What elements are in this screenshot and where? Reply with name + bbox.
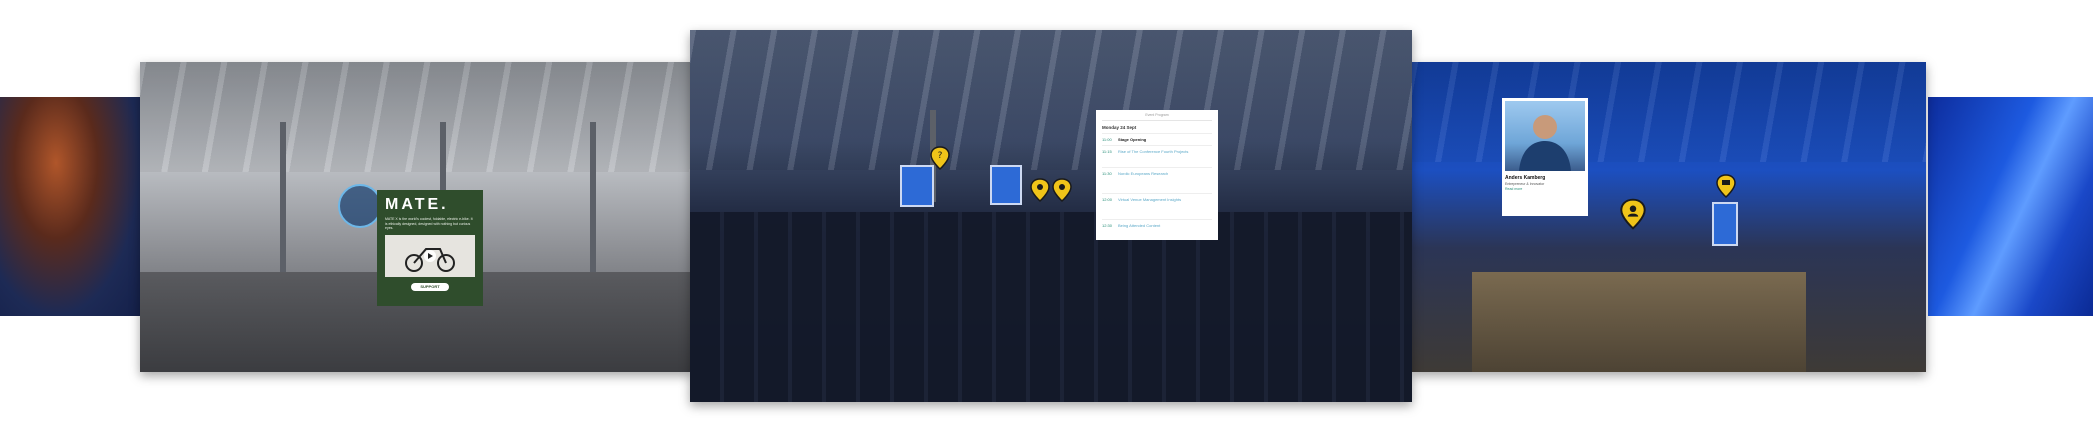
session-time: 11:15 (1102, 149, 1112, 154)
left-edge-panorama (0, 97, 140, 316)
session-time: 12:00 (1102, 197, 1113, 202)
session-time: 12:30 (1102, 223, 1113, 228)
session-title: Virtual Venue Management Insights (1118, 197, 1182, 202)
speaker-photo (1505, 101, 1585, 171)
schedule-row[interactable]: 11:15 Rise of The Conference Fourth Proj… (1102, 145, 1212, 157)
stage-screen (1712, 202, 1738, 246)
speaker-read-more-link[interactable]: Read more (1505, 187, 1585, 191)
map-pin-icon[interactable]: ? (930, 146, 950, 170)
schedule-row[interactable]: 11:00 Stage Opening (1102, 133, 1212, 145)
audience-seats (690, 212, 1412, 402)
svg-text:?: ? (938, 151, 943, 161)
stage-screen (900, 165, 934, 207)
play-icon[interactable] (400, 239, 460, 273)
session-title: Rise of The Conference Fourth Projects (1118, 149, 1189, 154)
stage-screen (990, 165, 1022, 205)
speaker-role: Entrepreneur & Innovator (1505, 182, 1545, 186)
mate-title: MATE. (385, 196, 449, 213)
mate-video[interactable] (385, 234, 475, 277)
speaker-name: Anders Kamberg (1505, 175, 1546, 181)
hall-pillar (280, 122, 286, 282)
stage-view[interactable] (1412, 62, 1926, 372)
session-time: 11:30 (1102, 171, 1112, 176)
auditorium-view[interactable] (690, 30, 1412, 402)
map-pin-icon[interactable] (1716, 174, 1736, 198)
session-title: Stage Opening (1118, 137, 1147, 142)
map-pin-icon[interactable] (1030, 178, 1050, 202)
speaker-card: Anders Kamberg Entrepreneur & Innovator … (1502, 98, 1588, 216)
session-title: Being Attended Content (1118, 223, 1161, 228)
support-button[interactable]: SUPPORT (411, 282, 449, 291)
speaker-portrait-icon (1519, 115, 1571, 171)
map-pin-icon[interactable] (1620, 198, 1646, 230)
session-time: 11:00 (1102, 137, 1112, 142)
mate-description: MATE X is the world's coolest, foldable,… (385, 217, 473, 230)
session-title: Nordic Europeans Research (1118, 171, 1169, 176)
schedule-header: Event Program (1102, 113, 1212, 121)
schedule-row[interactable]: 11:30 Nordic Europeans Research (1102, 167, 1212, 179)
info-ring-icon[interactable] (338, 184, 382, 228)
map-pin-icon[interactable] (1052, 178, 1072, 202)
hall-pillar (590, 122, 596, 282)
schedule-day: Monday 24 Sept (1102, 125, 1137, 130)
schedule-row[interactable]: 12:30 Being Attended Content (1102, 219, 1212, 231)
hall-roof (140, 62, 692, 172)
event-schedule-card: Event Program Monday 24 Sept 11:00 Stage… (1096, 110, 1218, 240)
right-edge-panorama (1928, 97, 2093, 316)
auditorium-roof (690, 30, 1412, 170)
stage-platform (1472, 272, 1806, 372)
mate-product-card: MATE. MATE X is the world's coolest, fol… (377, 190, 483, 306)
schedule-row[interactable]: 12:00 Virtual Venue Management Insights (1102, 193, 1212, 205)
stage-roof (1412, 62, 1926, 162)
